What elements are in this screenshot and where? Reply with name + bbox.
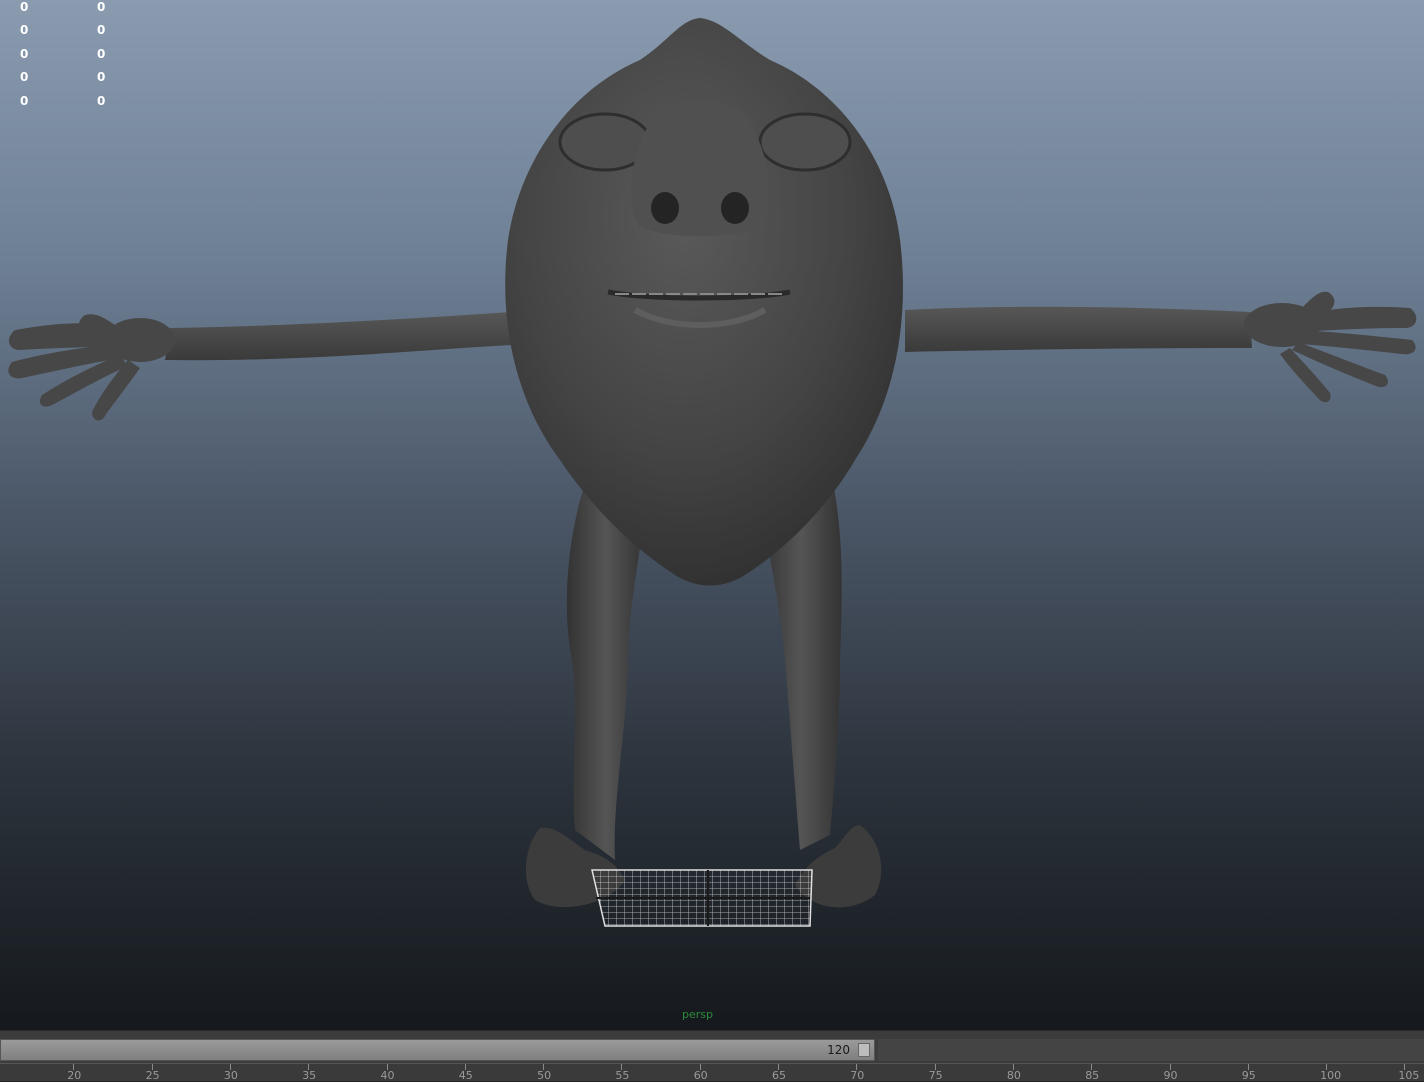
range-slider[interactable]: 120 xyxy=(0,1039,875,1061)
nose xyxy=(631,100,769,237)
time-tick-label: 80 xyxy=(1006,1069,1021,1082)
left-arm xyxy=(165,312,512,361)
time-tick-label: 105 xyxy=(1398,1069,1420,1082)
time-tick-label: 60 xyxy=(693,1069,708,1082)
time-slider[interactable]: 520253035404550556065707580859095100105 xyxy=(0,1063,1424,1082)
time-tick-label: 20 xyxy=(67,1069,82,1082)
range-slider-bar: 120 xyxy=(0,1030,1424,1064)
time-tick-label: 95 xyxy=(1241,1069,1256,1082)
time-tick-label: 75 xyxy=(928,1069,943,1082)
time-tick-label: 45 xyxy=(458,1069,473,1082)
time-tick-label: 40 xyxy=(380,1069,395,1082)
time-tick-label: 70 xyxy=(850,1069,865,1082)
right-eye xyxy=(758,112,852,172)
left-hand xyxy=(8,314,175,421)
range-slider-handle[interactable] xyxy=(858,1043,870,1057)
time-tick-label: 85 xyxy=(1085,1069,1100,1082)
character-model[interactable] xyxy=(0,0,1424,1030)
viewport-3d[interactable]: 0 0 0 0 0 0 0 0 0 0 persp xyxy=(0,0,1424,1030)
time-tick-label: 65 xyxy=(772,1069,786,1082)
time-tick-label: 100 xyxy=(1320,1069,1342,1082)
time-tick-label: 90 xyxy=(1163,1069,1178,1082)
time-tick-label: 35 xyxy=(302,1069,317,1082)
wireframe-base xyxy=(591,869,813,927)
right-hand xyxy=(1244,291,1417,403)
camera-name-label: persp xyxy=(682,1008,713,1021)
time-tick-label: 55 xyxy=(615,1069,630,1082)
range-end-value: 120 xyxy=(827,1043,850,1057)
time-tick-label: 30 xyxy=(223,1069,238,1082)
time-tick-label: 25 xyxy=(145,1069,160,1082)
time-tick-label: 50 xyxy=(537,1069,552,1082)
right-arm xyxy=(905,306,1252,352)
range-bar-empty xyxy=(878,1039,1424,1061)
